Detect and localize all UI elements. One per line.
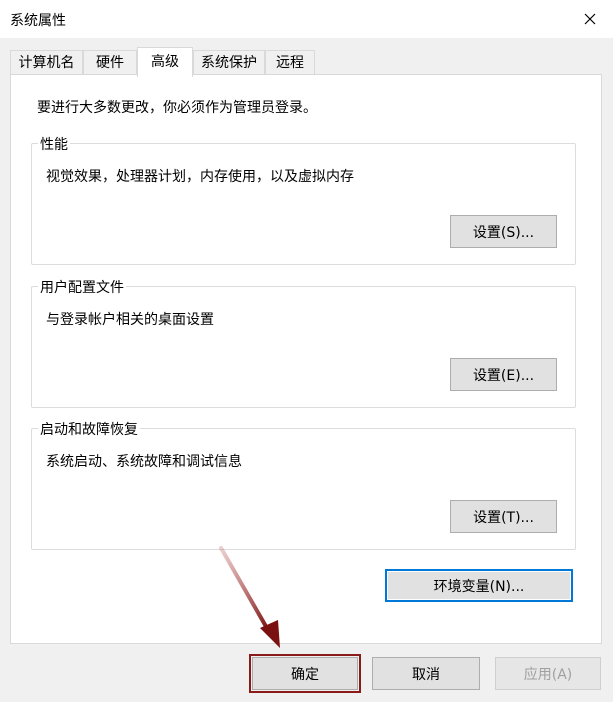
apply-button[interactable]: 应用(A) [495,657,601,690]
user-profiles-group: 用户配置文件 与登录帐户相关的桌面设置 设置(E)... [31,277,576,408]
performance-group: 性能 视觉效果，处理器计划，内存使用，以及虚拟内存 设置(S)... [31,134,576,265]
tab-hardware[interactable]: 硬件 [83,50,137,74]
tab-computer-name[interactable]: 计算机名 [10,50,83,74]
title-bar: 系统属性 [0,0,613,38]
close-button[interactable] [567,0,613,38]
admin-notice: 要进行大多数更改，你必须作为管理员登录。 [37,100,317,116]
close-icon [584,13,596,25]
performance-settings-button[interactable]: 设置(S)... [450,215,557,248]
performance-desc: 视觉效果，处理器计划，内存使用，以及虚拟内存 [46,169,354,185]
cancel-button[interactable]: 取消 [372,657,480,690]
startup-recovery-desc: 系统启动、系统故障和调试信息 [46,454,242,470]
tab-system-protection[interactable]: 系统保护 [193,50,265,74]
startup-recovery-title: 启动和故障恢复 [38,419,140,439]
environment-variables-button[interactable]: 环境变量(N)... [385,569,573,602]
performance-title: 性能 [38,134,70,154]
advanced-panel: 要进行大多数更改，你必须作为管理员登录。 性能 视觉效果，处理器计划，内存使用，… [10,74,602,644]
startup-recovery-group: 启动和故障恢复 系统启动、系统故障和调试信息 设置(T)... [31,419,576,550]
startup-recovery-settings-button[interactable]: 设置(T)... [450,500,557,533]
window-title: 系统属性 [10,13,66,29]
user-profiles-desc: 与登录帐户相关的桌面设置 [46,312,214,328]
ok-button[interactable]: 确定 [249,654,361,693]
tab-advanced[interactable]: 高级 [137,47,193,77]
user-profiles-title: 用户配置文件 [38,277,126,297]
tab-remote[interactable]: 远程 [265,50,315,74]
user-profiles-settings-button[interactable]: 设置(E)... [450,358,557,391]
